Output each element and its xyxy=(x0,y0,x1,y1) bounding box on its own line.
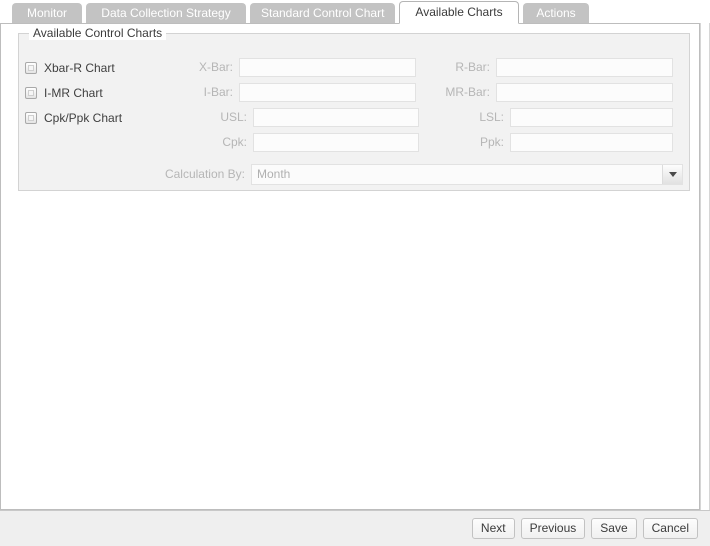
tab-strip: Monitor Data Collection Strategy Standard … xyxy=(0,0,710,24)
mr-bar-input[interactable] xyxy=(496,82,673,102)
calculation-by-select[interactable]: Month xyxy=(251,163,683,185)
lsl-input[interactable] xyxy=(510,107,673,127)
lsl-label: LSL: xyxy=(479,110,504,124)
chart-option-xbar-r-chart[interactable]: Xbar-R Chart xyxy=(25,59,115,77)
usl-label: USL: xyxy=(220,110,247,124)
save-button[interactable]: Save xyxy=(591,518,637,539)
calculation-by-value: Month xyxy=(257,167,291,181)
r-bar-field-row: R-Bar: xyxy=(434,57,673,77)
x-bar-input[interactable] xyxy=(239,57,416,77)
cancel-button[interactable]: Cancel xyxy=(642,518,698,539)
r-bar-label: R-Bar: xyxy=(455,60,490,74)
groupbox-title: Available Control Charts xyxy=(29,26,167,40)
right-edge-track[interactable] xyxy=(700,23,710,510)
chart-option-label: Cpk/Ppk Chart xyxy=(44,111,123,125)
radio-button-unselected-icon[interactable] xyxy=(25,112,37,124)
cpk-label: Cpk: xyxy=(222,135,247,149)
mr-bar-field-row: MR-Bar: xyxy=(434,82,673,102)
chart-option-label: Xbar-R Chart xyxy=(44,61,115,75)
tab-monitor[interactable]: Monitor xyxy=(12,3,82,24)
i-bar-field-row: I-Bar: xyxy=(179,82,416,102)
ppk-label: Ppk: xyxy=(479,135,504,149)
x-bar-label: X-Bar: xyxy=(198,60,233,74)
calculation-by-row: Calculation By: Month xyxy=(19,163,689,185)
mr-bar-label: MR-Bar: xyxy=(445,85,490,99)
ppk-input[interactable] xyxy=(510,132,673,152)
i-bar-label: I-Bar: xyxy=(203,85,233,99)
chart-option-label: I-MR Chart xyxy=(44,86,103,100)
ppk-field-row: Ppk: xyxy=(434,132,673,152)
usl-field-row: USL: xyxy=(179,107,419,127)
radio-button-unselected-icon[interactable] xyxy=(25,87,37,99)
chart-option-i-mr-chart[interactable]: I-MR Chart xyxy=(25,84,103,102)
available-charts-window: Monitor Data Collection Strategy Standard … xyxy=(0,0,710,546)
tab-standard-control-chart[interactable]: Standard Control Chart xyxy=(250,3,395,24)
r-bar-input[interactable] xyxy=(496,57,673,77)
chart-option-cpk-ppk-chart[interactable]: Cpk/Ppk Chart xyxy=(25,109,122,127)
lsl-field-row: LSL: xyxy=(434,107,673,127)
usl-input[interactable] xyxy=(253,107,419,127)
chevron-down-icon[interactable] xyxy=(662,164,682,184)
radio-button-unselected-icon[interactable] xyxy=(25,62,37,74)
cpk-input[interactable] xyxy=(253,132,419,152)
calculation-by-label: Calculation By: xyxy=(164,167,245,181)
content-panel: Available Control Charts Xbar-R Chart I-M… xyxy=(0,23,700,510)
i-bar-input[interactable] xyxy=(239,82,416,102)
tab-data-collection-strategy[interactable]: Data Collection Strategy xyxy=(86,3,246,24)
footer-button-bar: Next Previous Save Cancel xyxy=(0,510,710,546)
tab-actions[interactable]: Actions xyxy=(523,3,589,24)
tab-available-charts[interactable]: Available Charts xyxy=(399,1,519,24)
next-button[interactable]: Next xyxy=(471,518,515,539)
x-bar-field-row: X-Bar: xyxy=(179,57,416,77)
previous-button[interactable]: Previous xyxy=(520,518,586,539)
available-control-charts-groupbox: Available Control Charts Xbar-R Chart I-M… xyxy=(18,26,690,191)
cpk-field-row: Cpk: xyxy=(179,132,419,152)
